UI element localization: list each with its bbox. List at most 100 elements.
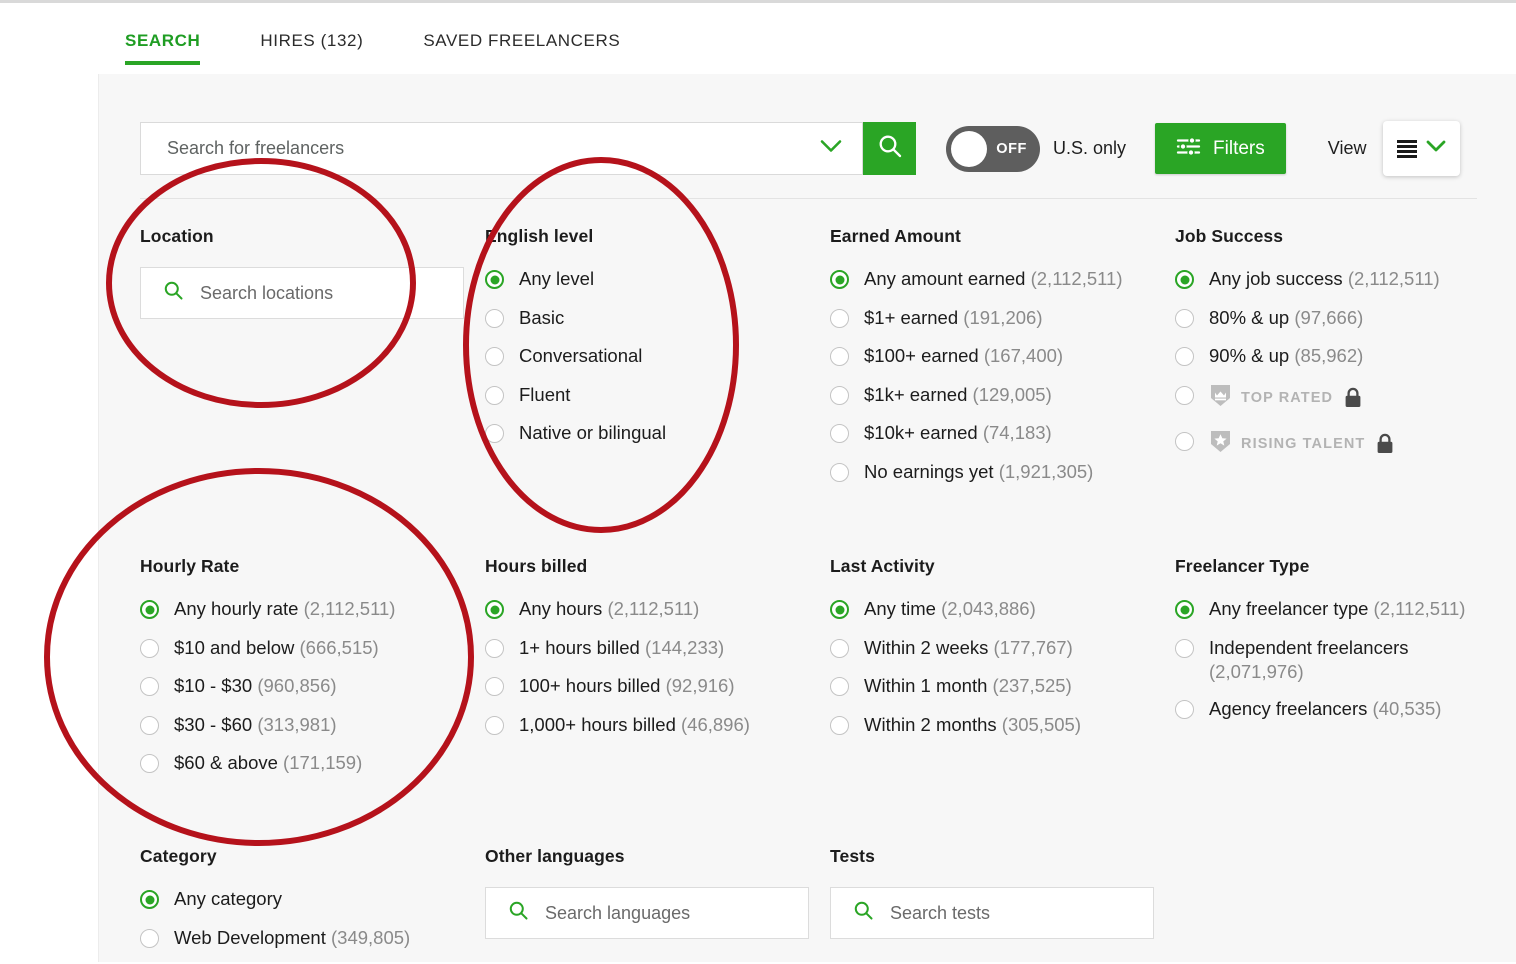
option-any-job-success[interactable]: Any job success (2,112,511) <box>1175 267 1440 292</box>
radio-icon <box>830 385 849 405</box>
option-10k-plus-earned[interactable]: $10k+ earned (74,183) <box>830 421 1123 446</box>
location-search-input[interactable]: Search locations <box>140 267 464 319</box>
tab-saved-freelancers-label: SAVED FREELANCERS <box>423 31 621 50</box>
tab-hires[interactable]: HIRES (132) <box>260 31 363 65</box>
option-count: (1,921,305) <box>998 460 1094 482</box>
option-any-level[interactable]: Any level <box>485 267 666 292</box>
option-any-hours[interactable]: Any hours (2,112,511) <box>485 597 750 622</box>
list-view-icon <box>1397 139 1418 158</box>
tab-saved-freelancers[interactable]: SAVED FREELANCERS <box>423 31 620 65</box>
option-label: Fluent <box>519 383 571 405</box>
option-within-1-month[interactable]: Within 1 month (237,525) <box>830 674 1081 699</box>
option-web-development[interactable]: Web Development (349,805) <box>140 926 410 951</box>
option-label: Any freelancer type <box>1209 598 1369 619</box>
option-basic[interactable]: Basic <box>485 306 666 331</box>
option-label: 1,000+ hours billed <box>519 713 676 735</box>
option-rising-talent[interactable]: RISING TALENT <box>1175 429 1440 459</box>
us-only-toggle[interactable]: OFF <box>946 125 1040 172</box>
option-count: (97,666) <box>1294 306 1364 328</box>
crown-shield-icon <box>1209 383 1232 413</box>
option-label: Within 2 weeks <box>864 636 989 658</box>
option-1-plus-earned[interactable]: $1+ earned (191,206) <box>830 306 1123 331</box>
option-label: Conversational <box>519 345 643 367</box>
filter-group-hourly-rate: Hourly Rate Any hourly rate (2,112,511) … <box>140 556 395 790</box>
filters-button[interactable]: Filters <box>1155 123 1286 174</box>
view-label: View <box>1327 138 1367 158</box>
option-label: 90% & up <box>1209 345 1290 367</box>
option-1k-plus-earned[interactable]: $1k+ earned (129,005) <box>830 383 1123 408</box>
filter-group-category: Category Any category Web Development (3… <box>140 846 410 964</box>
star-shield-icon <box>1209 429 1232 459</box>
search-icon <box>508 900 529 926</box>
option-label: Any hours <box>519 598 603 619</box>
option-label: RISING TALENT <box>1241 435 1366 452</box>
radio-icon <box>830 308 849 328</box>
option-count: (144,233) <box>645 636 725 658</box>
option-80-percent-and-up[interactable]: 80% & up (97,666) <box>1175 306 1440 331</box>
option-10-and-below[interactable]: $10 and below (666,515) <box>140 636 395 661</box>
option-native-or-bilingual[interactable]: Native or bilingual <box>485 421 666 446</box>
option-fluent[interactable]: Fluent <box>485 383 666 408</box>
option-label: $10 - $30 <box>174 675 253 697</box>
option-any-hourly-rate[interactable]: Any hourly rate (2,112,511) <box>140 597 395 622</box>
radio-icon <box>1175 270 1194 289</box>
toolbar-divider <box>140 198 1477 199</box>
option-count: (2,071,976) <box>1209 661 1304 683</box>
option-label: Any amount earned <box>864 268 1026 289</box>
radio-icon <box>140 890 159 909</box>
option-any-time[interactable]: Any time (2,043,886) <box>830 597 1081 622</box>
option-top-rated[interactable]: TOP RATED <box>1175 383 1440 413</box>
option-any-category[interactable]: Any category <box>140 887 410 912</box>
toggle-state-label: OFF <box>996 140 1027 157</box>
option-conversational[interactable]: Conversational <box>485 344 666 369</box>
option-1000-plus-hours-billed[interactable]: 1,000+ hours billed (46,896) <box>485 713 750 738</box>
search-icon <box>877 133 903 164</box>
filter-group-title: Earned Amount <box>830 226 961 246</box>
chevron-down-icon[interactable] <box>820 139 842 158</box>
option-label: TOP RATED <box>1241 389 1334 406</box>
option-10-to-30[interactable]: $10 - $30 (960,856) <box>140 674 395 699</box>
filter-group-title: Job Success <box>1175 226 1284 246</box>
view-mode-button[interactable] <box>1383 121 1461 176</box>
option-count: (171,159) <box>283 752 363 774</box>
option-30-to-60[interactable]: $30 - $60 (313,981) <box>140 713 395 738</box>
radio-icon <box>1175 431 1194 451</box>
radio-icon <box>485 677 504 697</box>
option-count: (191,206) <box>963 306 1043 328</box>
tab-list: SEARCH HIRES (132) SAVED FREELANCERS <box>125 31 680 65</box>
tab-search[interactable]: SEARCH <box>125 31 201 65</box>
option-agency-freelancers[interactable]: Agency freelancers (40,535) <box>1175 697 1505 722</box>
tests-search-input[interactable]: Search tests <box>830 887 1154 939</box>
radio-icon <box>830 424 849 444</box>
option-label: Web Development <box>174 926 326 948</box>
option-60-and-above[interactable]: $60 & above (171,159) <box>140 751 395 776</box>
radio-icon <box>485 270 504 289</box>
search-input[interactable]: Search for freelancers <box>140 122 863 175</box>
option-100-plus-hours-billed[interactable]: 100+ hours billed (92,916) <box>485 674 750 699</box>
option-label: $10 and below <box>174 636 295 658</box>
option-any-amount-earned[interactable]: Any amount earned (2,112,511) <box>830 267 1123 292</box>
option-label: Basic <box>519 306 565 328</box>
languages-search-input[interactable]: Search languages <box>485 887 809 939</box>
option-label: Independent freelancers <box>1209 636 1409 658</box>
option-label: Any level <box>519 268 595 289</box>
option-count: (2,112,511) <box>607 598 700 619</box>
filter-group-other-languages: Other languages Search languages <box>485 846 809 939</box>
option-100-plus-earned[interactable]: $100+ earned (167,400) <box>830 344 1123 369</box>
tests-search-placeholder: Search tests <box>890 902 991 923</box>
filter-group-earned-amount: Earned Amount Any amount earned (2,112,5… <box>830 226 1123 499</box>
option-any-freelancer-type[interactable]: Any freelancer type (2,112,511) <box>1175 597 1505 622</box>
option-label: Any job success <box>1209 268 1343 289</box>
filter-group-job-success: Job Success Any job success (2,112,511) … <box>1175 226 1440 473</box>
radio-icon <box>1175 638 1194 658</box>
option-within-2-weeks[interactable]: Within 2 weeks (177,767) <box>830 636 1081 661</box>
option-90-percent-and-up[interactable]: 90% & up (85,962) <box>1175 344 1440 369</box>
option-independent-freelancers[interactable]: Independent freelancers (2,071,976) <box>1175 636 1505 685</box>
search-button[interactable] <box>863 122 916 175</box>
option-count: (85,962) <box>1294 345 1364 367</box>
option-1-plus-hours-billed[interactable]: 1+ hours billed (144,233) <box>485 636 750 661</box>
option-count: (92,916) <box>665 675 735 697</box>
option-within-2-months[interactable]: Within 2 months (305,505) <box>830 713 1081 738</box>
option-no-earnings-yet[interactable]: No earnings yet (1,921,305) <box>830 460 1123 485</box>
option-count: (74,183) <box>982 422 1052 444</box>
